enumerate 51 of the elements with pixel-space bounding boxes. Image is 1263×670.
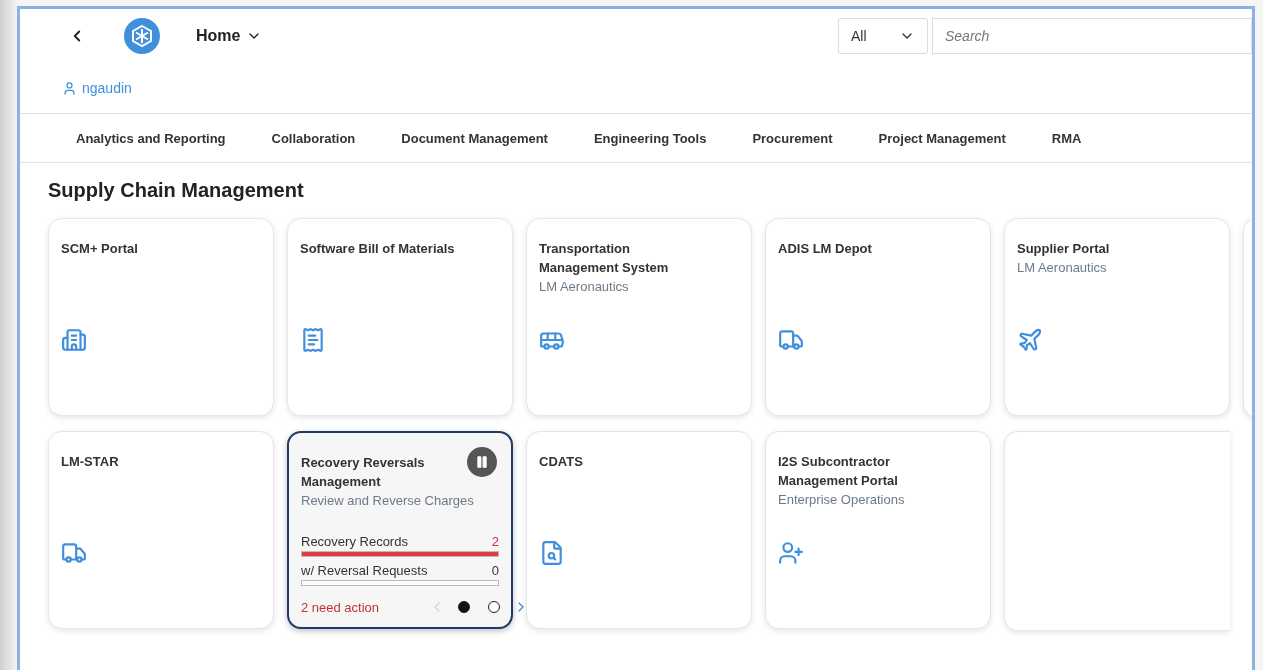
- metric-label: w/ Reversal Requests: [301, 563, 428, 578]
- app-tile[interactable]: Software Bill of Materials: [287, 218, 513, 416]
- tile-subtitle: LM Aeronautics: [1017, 259, 1108, 277]
- metric-value: 0: [491, 563, 499, 578]
- metric-label: Recovery Records: [301, 534, 408, 549]
- page-dot[interactable]: [458, 601, 471, 613]
- app-tile[interactable]: [1004, 431, 1230, 631]
- page-dot[interactable]: [488, 601, 501, 613]
- app-tile[interactable]: LM-STAR: [48, 431, 274, 629]
- tile-subtitle: Review and Reverse Charges: [301, 492, 475, 510]
- file-search-icon: [539, 540, 565, 566]
- app-tile[interactable]: Supplier Portal LM Aeronautics: [1004, 218, 1230, 416]
- user-plus-icon: [778, 540, 804, 566]
- app-tile[interactable]: ADIS LM Depot: [765, 218, 991, 416]
- app-tile[interactable]: CDATS: [526, 431, 752, 629]
- building-icon: [61, 327, 87, 353]
- tile-title: SCM+ Portal: [61, 240, 138, 258]
- search-field[interactable]: Search: [932, 18, 1252, 54]
- tile-title: CDATS: [539, 453, 583, 471]
- nav-tab[interactable]: Engineering Tools: [593, 130, 707, 146]
- truck-icon: [778, 327, 804, 353]
- app-tile[interactable]: Transportation Management System LM Aeronautics: [526, 218, 752, 416]
- scope-select[interactable]: All: [838, 18, 928, 54]
- metric-value: 2: [491, 534, 499, 549]
- tile-subtitle: LM Aeronautics: [539, 278, 630, 296]
- tile-title: ADIS LM Depot: [778, 240, 872, 258]
- tile-title: Recovery Reversals Management: [301, 454, 426, 491]
- nav-tab[interactable]: Document Management: [401, 130, 548, 146]
- tile-title: LM-STAR: [61, 453, 119, 471]
- user-icon: [62, 80, 77, 96]
- app-tile[interactable]: I2S Subcontractor Management Portal Enterprise Operations: [765, 431, 991, 629]
- document-icon: [300, 327, 326, 353]
- tile-title: Software Bill of Materials: [300, 240, 455, 258]
- airplane-icon: [1017, 327, 1043, 353]
- truck-icon: [61, 540, 87, 566]
- pause-button[interactable]: [467, 447, 497, 477]
- action-count: 2 need action: [301, 599, 380, 615]
- nav-tab[interactable]: Analytics and Reporting: [76, 130, 226, 146]
- nav-tab[interactable]: Project Management: [878, 130, 1006, 146]
- tile-title: I2S Subcontractor Management Portal: [778, 453, 899, 490]
- tile-title: Supplier Portal: [1017, 240, 1110, 258]
- nav-tab[interactable]: Procurement: [752, 130, 833, 146]
- nav-tab[interactable]: RMA: [1051, 130, 1082, 146]
- app-tile[interactable]: SCM+ Portal: [48, 218, 274, 416]
- tile-subtitle: Enterprise Operations: [778, 491, 906, 509]
- tile-title: Transportation Management System: [539, 240, 670, 277]
- nav-tab[interactable]: Collaboration: [271, 130, 356, 146]
- logo-icon: [124, 18, 160, 54]
- home-menu[interactable]: Home: [196, 27, 263, 45]
- section-title: Supply Chain Management: [48, 179, 305, 202]
- pause-icon: [475, 455, 489, 469]
